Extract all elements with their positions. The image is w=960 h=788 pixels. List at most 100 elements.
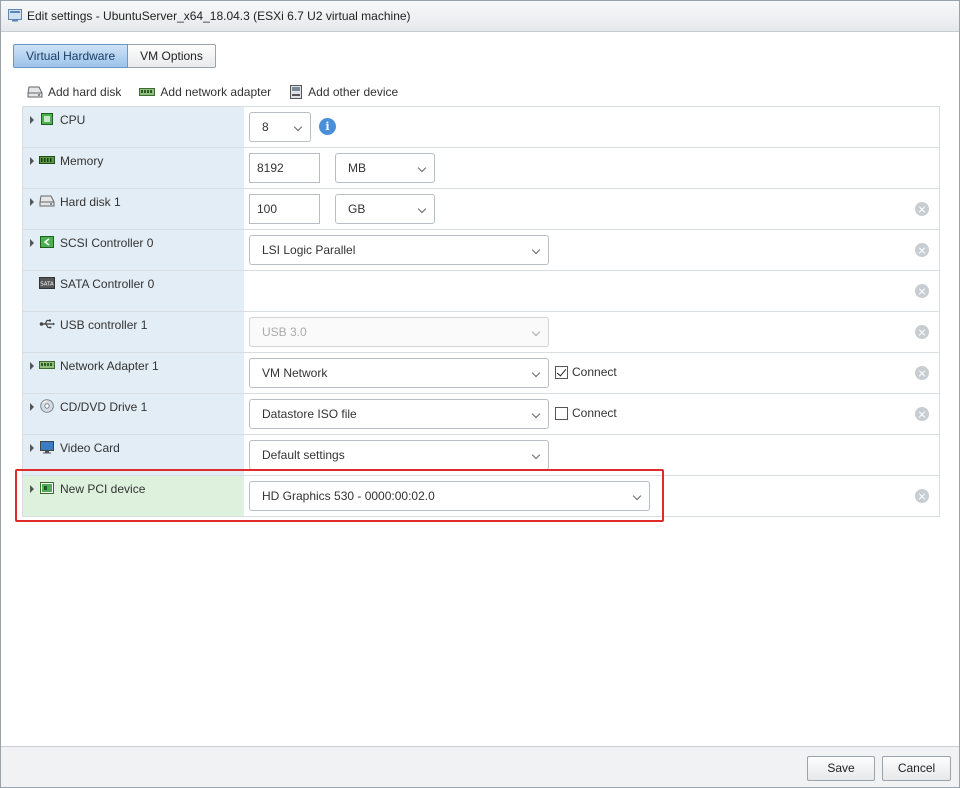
- device-value-cell: Datastore ISO file Connect: [244, 394, 939, 434]
- device-label-scsi-controller-0: SCSI Controller 0: [60, 236, 154, 250]
- usb-type-value: USB 3.0: [262, 325, 307, 339]
- cancel-button[interactable]: Cancel: [882, 756, 951, 781]
- expand-caret-icon[interactable]: [30, 403, 34, 411]
- device-label-cell: Video Card: [23, 435, 244, 475]
- video-settings-value: Default settings: [262, 448, 345, 462]
- device-value-cell: VM Network Connect: [244, 353, 939, 393]
- chevron-down-icon: [417, 163, 427, 173]
- chevron-down-icon: [417, 204, 427, 214]
- device-row-cpu: CPU 8 i: [23, 107, 939, 148]
- remove-device-icon[interactable]: [915, 489, 929, 503]
- device-label-cell: SATA SATA Controller 0: [23, 271, 244, 311]
- network-connect-toggle[interactable]: Connect: [555, 365, 617, 379]
- tab-virtual-hardware[interactable]: Virtual Hardware: [13, 44, 129, 68]
- pci-device-icon: [40, 482, 54, 494]
- device-label-cell: Hard disk 1: [23, 189, 244, 229]
- device-label-cell: Memory: [23, 148, 244, 188]
- save-button[interactable]: Save: [807, 756, 875, 781]
- video-settings-select[interactable]: Default settings: [249, 440, 549, 470]
- memory-icon: [39, 156, 55, 164]
- add-other-device-button[interactable]: Add other device: [289, 84, 398, 100]
- device-value-cell: HD Graphics 530 - 0000:00:02.0: [244, 476, 939, 516]
- device-label-sata-controller-0: SATA Controller 0: [60, 277, 155, 291]
- info-icon[interactable]: i: [319, 118, 336, 135]
- remove-device-icon[interactable]: [915, 325, 929, 339]
- connect-checkbox[interactable]: [555, 406, 568, 420]
- device-row-video-card: Video Card Default settings: [23, 435, 939, 476]
- remove-device-icon[interactable]: [915, 284, 929, 298]
- scsi-icon: [40, 236, 54, 248]
- expand-caret-icon[interactable]: [30, 198, 34, 206]
- expand-caret-icon[interactable]: [30, 444, 34, 452]
- device-value-cell: LSI Logic Parallel: [244, 230, 939, 270]
- virtual-hardware-grid: CPU 8 i Memory 8192 MB Hard disk 1 100 G…: [22, 106, 940, 517]
- memory-unit-select[interactable]: MB: [335, 153, 435, 183]
- network-select[interactable]: VM Network: [249, 358, 549, 388]
- expand-caret-icon[interactable]: [30, 485, 34, 493]
- device-label-cell: CPU: [23, 107, 244, 147]
- disk-unit-value: GB: [348, 202, 366, 216]
- remove-device-icon[interactable]: [915, 243, 929, 257]
- device-label-hard-disk-1: Hard disk 1: [60, 195, 121, 209]
- device-row-network-adapter-1: Network Adapter 1 VM Network Connect: [23, 353, 939, 394]
- video-card-icon: [40, 441, 54, 454]
- memory-size-input[interactable]: 8192: [249, 153, 320, 183]
- remove-device-icon[interactable]: [915, 366, 929, 380]
- device-label-cd-dvd-drive-1: CD/DVD Drive 1: [60, 400, 148, 414]
- expand-caret-icon[interactable]: [30, 362, 34, 370]
- chevron-down-icon: [531, 327, 541, 337]
- hard-disk-icon: [27, 86, 43, 98]
- add-network-adapter-button[interactable]: Add network adapter: [139, 85, 271, 99]
- remove-device-icon[interactable]: [915, 407, 929, 421]
- add-hard-disk-button[interactable]: Add hard disk: [27, 85, 121, 99]
- device-row-sata-controller-0: SATA SATA Controller 0: [23, 271, 939, 312]
- disk-unit-select[interactable]: GB: [335, 194, 435, 224]
- device-value-cell: 8 i: [244, 107, 939, 147]
- network-adapter-icon: [39, 361, 55, 369]
- connect-checkbox[interactable]: [555, 365, 568, 379]
- add-hard-disk-label: Add hard disk: [48, 85, 122, 99]
- device-label-cell: CD/DVD Drive 1: [23, 394, 244, 434]
- remove-device-icon[interactable]: [915, 202, 929, 216]
- cd-dvd-connect-toggle[interactable]: Connect: [555, 406, 617, 420]
- other-device-icon: [290, 84, 303, 99]
- cd-dvd-icon: [40, 399, 54, 413]
- chevron-down-icon: [531, 368, 541, 378]
- cpu-count-select[interactable]: 8: [249, 112, 311, 142]
- dialog-title: Edit settings - UbuntuServer_x64_18.04.3…: [27, 9, 411, 23]
- tab-vm-options[interactable]: VM Options: [128, 44, 216, 68]
- device-label-video-card: Video Card: [60, 441, 120, 455]
- device-row-new-pci-device: New PCI device HD Graphics 530 - 0000:00…: [23, 476, 939, 517]
- cd-dvd-source-value: Datastore ISO file: [262, 407, 357, 421]
- chevron-down-icon: [531, 409, 541, 419]
- disk-size-input[interactable]: 100: [249, 194, 320, 224]
- device-label-new-pci-device: New PCI device: [60, 482, 146, 496]
- device-label-network-adapter-1: Network Adapter 1: [60, 359, 159, 373]
- usb-icon: [39, 319, 55, 329]
- device-row-memory: Memory 8192 MB: [23, 148, 939, 189]
- cpu-count-value: 8: [262, 120, 269, 134]
- device-value-cell: 8192 MB: [244, 148, 939, 188]
- device-row-hard-disk-1: Hard disk 1 100 GB: [23, 189, 939, 230]
- tab-bar: Virtual Hardware VM Options: [13, 44, 216, 68]
- expand-caret-icon[interactable]: [30, 157, 34, 165]
- cd-dvd-source-select[interactable]: Datastore ISO file: [249, 399, 549, 429]
- device-row-scsi-controller-0: SCSI Controller 0 LSI Logic Parallel: [23, 230, 939, 271]
- chevron-down-icon: [632, 491, 642, 501]
- device-label-cell: USB controller 1: [23, 312, 244, 352]
- cpu-icon: [41, 113, 53, 125]
- device-toolbar: Add hard disk Add network adapter Add ot…: [27, 83, 416, 101]
- device-value-cell: 100 GB: [244, 189, 939, 229]
- scsi-type-select[interactable]: LSI Logic Parallel: [249, 235, 549, 265]
- device-value-cell: [244, 271, 939, 311]
- pci-device-select[interactable]: HD Graphics 530 - 0000:00:02.0: [249, 481, 650, 511]
- device-label-cell: Network Adapter 1: [23, 353, 244, 393]
- title-bar: Edit settings - UbuntuServer_x64_18.04.3…: [1, 1, 959, 32]
- connect-label: Connect: [572, 406, 617, 420]
- usb-type-select: USB 3.0: [249, 317, 549, 347]
- device-label-memory: Memory: [60, 154, 104, 168]
- chevron-down-icon: [531, 245, 541, 255]
- chevron-down-icon: [293, 122, 303, 132]
- expand-caret-icon[interactable]: [30, 239, 34, 247]
- expand-caret-icon[interactable]: [30, 116, 34, 124]
